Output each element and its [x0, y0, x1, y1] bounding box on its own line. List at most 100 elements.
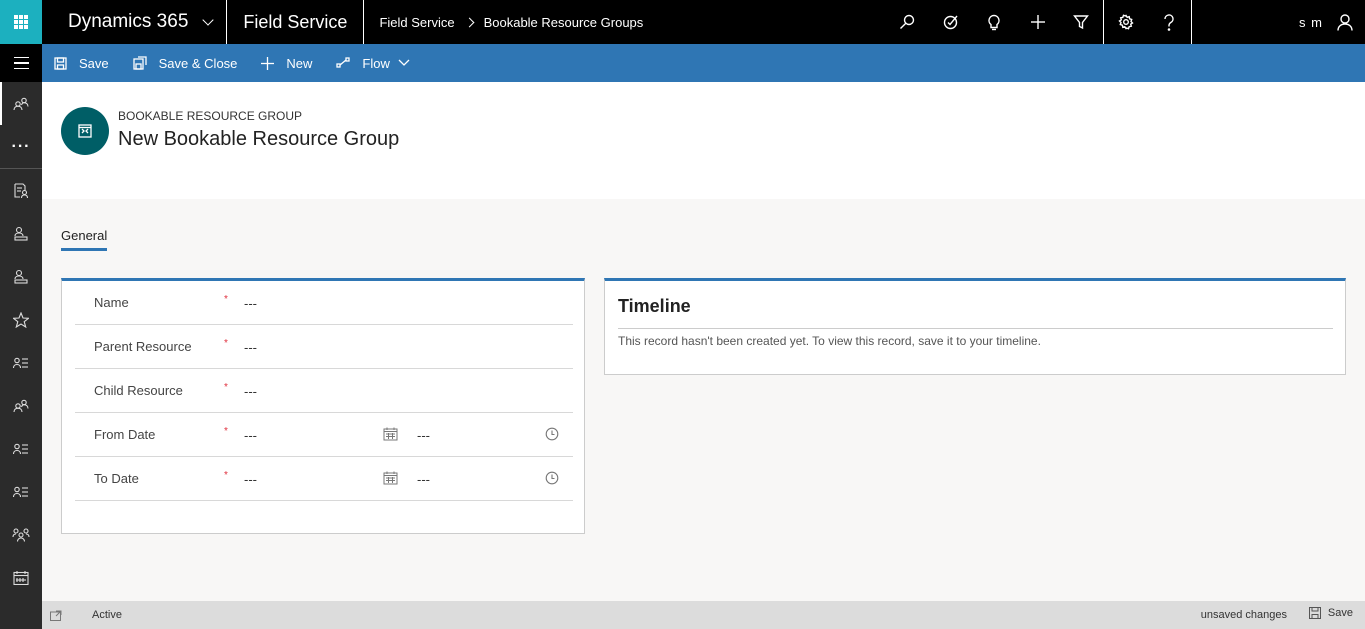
- new-record-button[interactable]: [1016, 0, 1060, 44]
- app-launcher-button[interactable]: [0, 0, 42, 44]
- flow-label: Flow: [362, 55, 390, 71]
- clock-icon[interactable]: [545, 471, 559, 485]
- field-label: From Date: [94, 427, 156, 442]
- required-marker: *: [224, 470, 228, 481]
- sidebar-item-resource[interactable]: [0, 255, 42, 298]
- general-section: Name * --- Parent Resource * --- Child R…: [61, 278, 585, 534]
- resource-requirements-icon: [14, 182, 29, 198]
- to-date-input[interactable]: ---: [244, 472, 257, 487]
- resource-group-icon: [78, 124, 92, 138]
- new-label: New: [286, 55, 313, 71]
- resource-list-icon: [13, 486, 28, 497]
- user-icon: [1337, 13, 1353, 31]
- sidebar-item-resource-list-2[interactable]: [0, 427, 42, 470]
- save-close-button[interactable]: Save & Close: [132, 55, 238, 71]
- sidebar-item-calendar[interactable]: [0, 556, 42, 599]
- waffle-icon: [14, 15, 28, 29]
- sidebar-item-favorites[interactable]: [0, 298, 42, 341]
- lightbulb-button[interactable]: [973, 0, 1017, 44]
- required-marker: *: [224, 426, 228, 437]
- app-switcher[interactable]: Dynamics 365: [42, 0, 228, 44]
- calendar-icon: [13, 571, 29, 585]
- calendar-icon[interactable]: [383, 427, 398, 441]
- user-initials: s m: [1299, 14, 1323, 30]
- sidebar-item-team[interactable]: [0, 513, 42, 556]
- save-close-label: Save & Close: [158, 55, 238, 71]
- breadcrumb-item[interactable]: Field Service: [379, 15, 454, 30]
- status-bar: Active unsaved changes Save: [42, 601, 1365, 629]
- field-parent-resource: Parent Resource * ---: [75, 325, 573, 369]
- task-button[interactable]: [929, 0, 973, 44]
- sidebar-item-resource-list-3[interactable]: [0, 470, 42, 513]
- help-button[interactable]: [1148, 0, 1192, 44]
- app-name: Dynamics 365: [68, 11, 189, 32]
- required-marker: *: [224, 294, 228, 305]
- flow-button[interactable]: Flow: [336, 55, 410, 71]
- save-icon: [54, 56, 67, 70]
- clock-icon[interactable]: [545, 427, 559, 441]
- help-icon: [1164, 13, 1174, 31]
- tab-general[interactable]: General: [61, 228, 108, 251]
- timeline-section: Timeline This record hasn't been created…: [604, 278, 1346, 375]
- chevron-right-icon: [464, 17, 475, 27]
- required-marker: *: [224, 382, 228, 393]
- new-button[interactable]: New: [261, 56, 312, 71]
- page-title: New Bookable Resource Group: [118, 128, 400, 150]
- field-label: To Date: [94, 471, 139, 486]
- star-icon: [13, 311, 29, 328]
- field-from-date: From Date * --- ---: [75, 413, 573, 457]
- sidebar-item-resource-requirements[interactable]: [0, 169, 42, 212]
- save-close-icon: [132, 56, 147, 70]
- bookable-resource-icon: [14, 226, 28, 241]
- divider: [618, 328, 1333, 329]
- sidebar-item-resources[interactable]: [0, 82, 42, 125]
- module-name[interactable]: Field Service: [227, 0, 365, 44]
- team-icon: [12, 527, 30, 542]
- from-time-input[interactable]: ---: [417, 428, 430, 443]
- flow-icon: [336, 57, 351, 68]
- status-save-button[interactable]: Save: [1308, 607, 1353, 619]
- lightbulb-icon: [988, 14, 1000, 30]
- entity-avatar: [61, 107, 109, 155]
- child-resource-lookup[interactable]: ---: [244, 384, 257, 399]
- name-input[interactable]: ---: [244, 296, 257, 311]
- field-label: Parent Resource: [94, 339, 192, 354]
- sidebar-item-more[interactable]: ···: [0, 125, 42, 168]
- field-to-date: To Date * --- ---: [75, 457, 573, 501]
- filter-icon: [1073, 15, 1090, 30]
- from-date-input[interactable]: ---: [244, 428, 257, 443]
- calendar-icon[interactable]: [383, 471, 398, 485]
- breadcrumb-item[interactable]: Bookable Resource Groups: [484, 15, 644, 30]
- save-label: Save: [1327, 607, 1353, 619]
- sidebar: ···: [0, 82, 42, 629]
- chevron-down-icon: [398, 59, 410, 66]
- user-menu[interactable]: s m: [1192, 13, 1365, 31]
- form-tabs: General: [61, 227, 108, 251]
- search-icon: [900, 14, 915, 29]
- field-name: Name * ---: [75, 281, 573, 325]
- active-indicator: [0, 82, 2, 125]
- top-navigation-bar: Dynamics 365 Field Service Field Service…: [0, 0, 1365, 44]
- parent-resource-lookup[interactable]: ---: [244, 340, 257, 355]
- timeline-message: This record hasn't been created yet. To …: [618, 334, 1041, 348]
- chevron-down-icon: [202, 13, 215, 26]
- command-bar: Save Save & Close New Flow: [42, 44, 1365, 82]
- sidebar-item-resource-groups[interactable]: [0, 384, 42, 427]
- sidebar-item-bookable-resource[interactable]: [0, 212, 42, 255]
- settings-button[interactable]: [1104, 0, 1148, 44]
- search-button[interactable]: [886, 0, 930, 44]
- gear-icon: [1118, 14, 1134, 30]
- record-header: BOOKABLE RESOURCE GROUP New Bookable Res…: [42, 82, 1365, 199]
- resource-icon: [14, 269, 28, 284]
- to-time-input[interactable]: ---: [417, 472, 430, 487]
- resource-list-icon: [13, 443, 28, 454]
- more-icon: ···: [11, 137, 31, 155]
- open-in-new-window-icon[interactable]: [50, 610, 62, 621]
- site-map-toggle[interactable]: [0, 44, 42, 82]
- resource-list-icon: [13, 357, 28, 368]
- save-button[interactable]: Save: [54, 56, 109, 71]
- filter-button[interactable]: [1060, 0, 1104, 44]
- timeline-title: Timeline: [618, 296, 691, 316]
- sidebar-item-resource-list[interactable]: [0, 341, 42, 384]
- entity-type-label: BOOKABLE RESOURCE GROUP: [118, 109, 303, 123]
